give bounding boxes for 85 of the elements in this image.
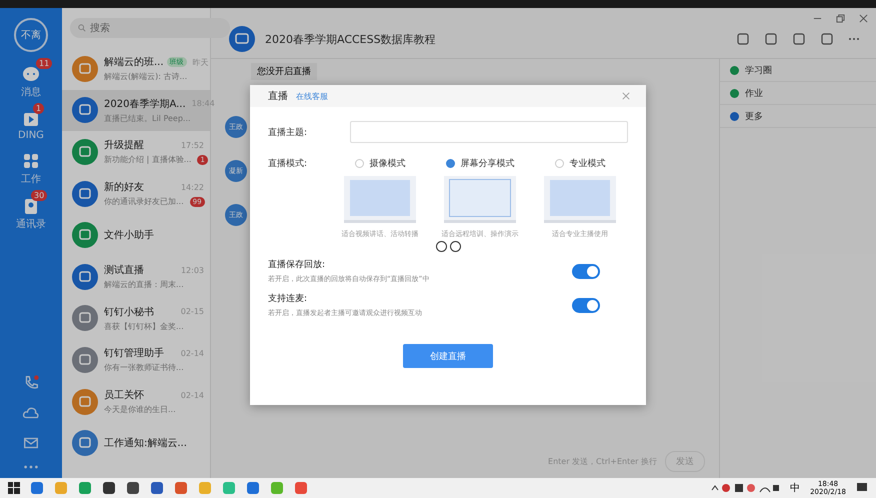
conversation-time: 17:52 (180, 140, 204, 150)
conversation-name: 新的好友 (104, 180, 144, 194)
conversation-time: 昨天 (192, 56, 209, 68)
conversation-item[interactable]: 员工关怀 02-14 今天是你谁的生日... (62, 380, 210, 422)
avatar-icon (72, 305, 98, 332)
side-panel-item[interactable]: 作业 (720, 82, 876, 105)
conversation-time: 02-14 (180, 390, 204, 400)
profile-avatar[interactable]: 不离 (14, 18, 48, 52)
avatar-icon (72, 97, 98, 124)
close-icon[interactable] (859, 14, 868, 23)
conversation-time: 12:03 (180, 266, 204, 275)
side-panel-label: 作业 (745, 88, 763, 100)
unread-badge: 30 (31, 190, 48, 201)
conversation-item[interactable]: 文件小助手 (62, 214, 210, 256)
side-panel-label: 学习圈 (745, 64, 772, 76)
start-icon[interactable] (8, 482, 20, 494)
conversation-name: 2020春季学期A... (104, 98, 186, 111)
taskbar-app-icon[interactable] (150, 481, 164, 495)
send-hint: Enter 发送，Ctrl+Enter 换行 (548, 456, 657, 467)
laptop-illustration (344, 176, 416, 223)
chat-bubble-icon[interactable] (21, 64, 41, 84)
message-preview: 解端云(解端云): 古诗... (104, 71, 188, 82)
conversation-time: 18:44 (192, 99, 215, 108)
close-icon[interactable] (622, 92, 630, 100)
carousel-dots-icon (436, 241, 460, 252)
conversation-name: 文件小助手 (104, 228, 154, 242)
avatar-icon (72, 138, 98, 165)
notice-chip: 您没开启直播 (251, 63, 317, 80)
grid-icon[interactable] (21, 151, 41, 171)
avatar-icon (72, 346, 98, 373)
conversation-item[interactable]: 钉钉管理助手 02-14 你有一张教师证书待... (62, 339, 210, 381)
side-panel-item[interactable]: 更多 (720, 105, 876, 128)
message-preview: 你有一张教师证书待... (104, 362, 184, 374)
message-preview: 你的通讯录好友已加... (104, 196, 184, 208)
unread-badge: 1 (33, 103, 44, 114)
search-icon (78, 24, 86, 32)
laptop-illustration (444, 176, 516, 223)
laptop-illustration (544, 176, 616, 223)
dialog-title: 直播 (268, 90, 288, 103)
avatar-icon (72, 222, 98, 248)
message-preview: 直播已结束。Lil Peep... (104, 112, 191, 124)
option-title: 直播保存回放: (268, 258, 326, 271)
conversation-item[interactable]: 测试直播 12:03 解端云的直播：周末... (62, 256, 210, 298)
input-method-label[interactable]: 中 (790, 481, 800, 495)
tray-icons-drawing (710, 482, 780, 494)
avatar-icon (72, 264, 98, 290)
conversation-item[interactable]: 钉钉小秘书 02-15 喜获【钉钉杯】金奖... (62, 298, 210, 340)
side-panel-label: 更多 (745, 110, 763, 122)
topic-input-field[interactable] (350, 121, 628, 143)
message-preview: 解端云的直播：周末... (104, 279, 184, 290)
message-preview: 今天是你谁的生日... (104, 404, 176, 416)
avatar-icon (72, 56, 98, 82)
option-title: 支持连麦: (268, 292, 308, 305)
conversation-time: 02-14 (180, 348, 204, 358)
conversation-time: 14:22 (180, 182, 204, 192)
toggle-switch[interactable] (572, 264, 600, 278)
side-panel-item[interactable]: 学习圈 (720, 59, 876, 82)
unread-badge: 11 (36, 58, 52, 69)
conversation-name: 测试直播 (104, 264, 144, 278)
conversation-name: 员工关怀 (104, 388, 144, 402)
conversation-name: 解端云的班... (104, 56, 164, 70)
conversation-name: 钉钉小秘书 (104, 306, 154, 319)
mode-radio[interactable]: 摄像模式 (354, 157, 406, 170)
mode-radio[interactable]: 专业模式 (554, 157, 606, 170)
message-preview: 喜获【钉钉杯】金奖... (104, 320, 184, 332)
restore-icon[interactable] (836, 14, 845, 23)
toggle-switch[interactable] (572, 298, 600, 312)
search-field[interactable]: 搜索 (70, 18, 230, 38)
field-label: 直播模式: (268, 158, 308, 170)
message-preview: 新功能介绍 | 直播体验... (104, 154, 192, 166)
avatar-icon (72, 180, 98, 207)
chat-title: 2020春季学期ACCESS数据库教程 (265, 32, 436, 46)
avatar-icon (72, 430, 98, 456)
group-avatar-icon (229, 26, 255, 52)
customer-service-link[interactable]: 在线客服 (296, 90, 328, 102)
conversation-name: 工作通知:解端云... (104, 436, 187, 450)
conversation-name: 升级提醒 (104, 138, 144, 152)
conversation-time: 02-15 (180, 307, 204, 316)
taskbar-app-icon[interactable] (126, 481, 140, 495)
mode-radio[interactable]: 屏幕分享模式 (446, 157, 514, 170)
avatar-icon (72, 388, 98, 415)
conversation-item[interactable]: 工作通知:解端云... (62, 422, 210, 464)
taskbar-app-icon[interactable] (102, 481, 116, 495)
field-label: 直播主题: (268, 126, 308, 138)
conversation-name: 钉钉管理助手 (104, 346, 164, 360)
